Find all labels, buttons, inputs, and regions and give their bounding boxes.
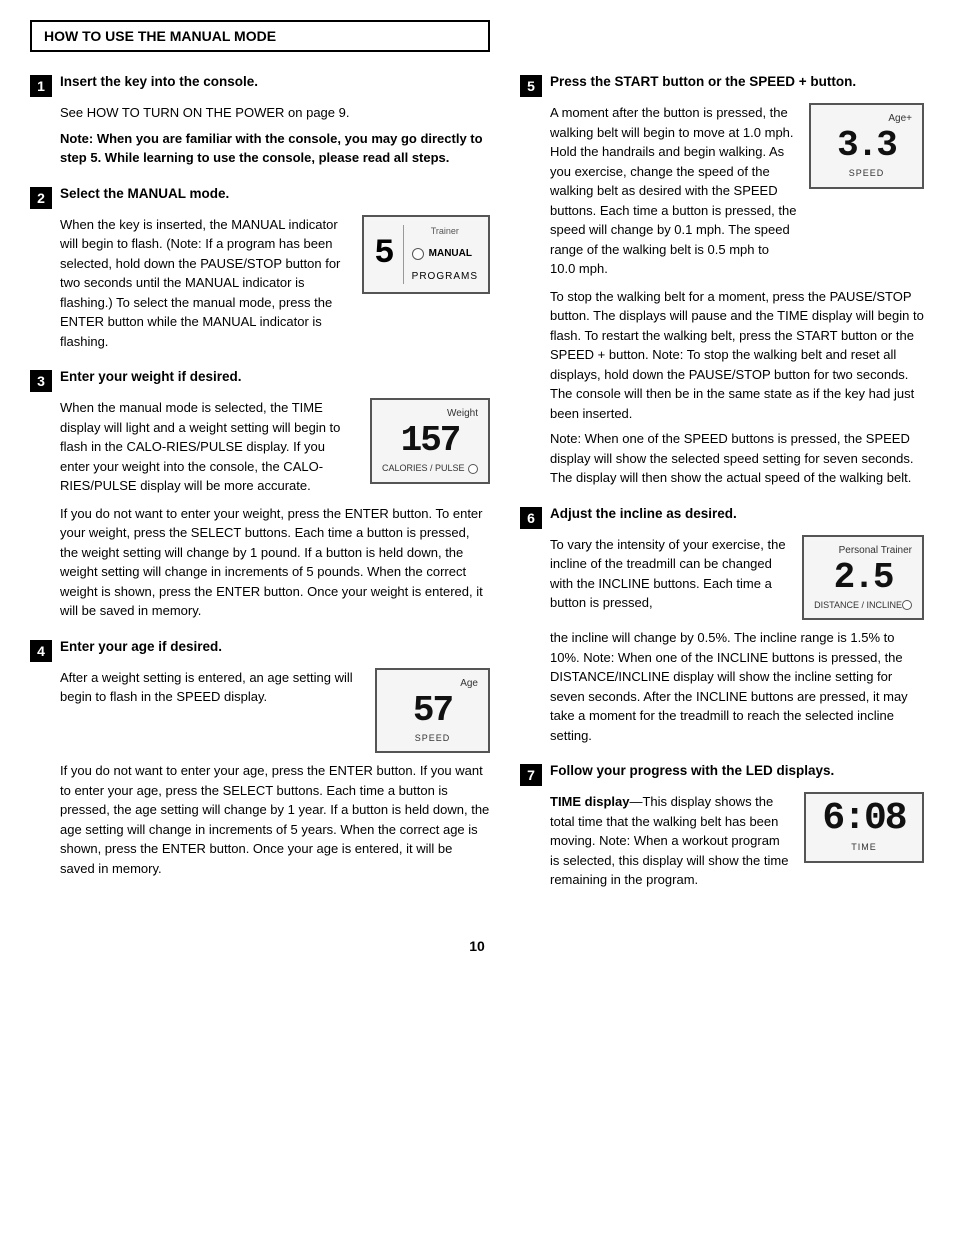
manual-circle-icon [412, 248, 424, 260]
step-4: 4 Enter your age if desired. After a wei… [30, 639, 490, 879]
header-box: HOW TO USE THE MANUAL MODE [30, 20, 490, 52]
step-5-text: A moment after the button is pressed, th… [550, 103, 797, 279]
step-4-display-label-top: Age [387, 676, 478, 691]
step-5-display-label-top: Age+ [821, 111, 912, 126]
step-3-title: Enter your weight if desired. [60, 369, 242, 384]
step-3-number: 3 [30, 370, 52, 392]
step-3-display-label-top: Weight [382, 406, 478, 421]
step-4-extra: If you do not want to enter your age, pr… [60, 761, 490, 878]
step-7-display: 6:08 TIME [804, 792, 924, 863]
step-5-body: A moment after the button is pressed, th… [550, 103, 924, 488]
manual-indicator: MANUAL [412, 246, 478, 261]
programs-label: PROGRAMS [412, 269, 478, 284]
step-3-text: When the manual mode is selected, the TI… [60, 398, 358, 496]
step-6-display-label-top: Personal Trainer [814, 543, 912, 558]
step-7: 7 Follow your progress with the LED disp… [520, 763, 924, 890]
step-3-display-digit: 157 [382, 423, 478, 459]
step-4-display-label-bottom: SPEED [387, 732, 478, 746]
step-6-display-digit: 2.5 [814, 560, 912, 596]
step-1-para-1: See HOW TO TURN ON THE POWER on page 9. [60, 103, 490, 123]
step-7-text: TIME display—This display shows the tota… [550, 792, 792, 890]
step-1: 1 Insert the key into the console. See H… [30, 74, 490, 168]
distance-incline-label: DISTANCE / INCLINE [814, 599, 902, 613]
page-number: 10 [30, 938, 924, 954]
step-4-title: Enter your age if desired. [60, 639, 222, 654]
step-7-body: TIME display—This display shows the tota… [550, 792, 924, 890]
step-1-number: 1 [30, 75, 52, 97]
step-7-display-digit: 6:08 [816, 800, 912, 838]
step-3-extra: If you do not want to enter your weight,… [60, 504, 490, 621]
header-title: HOW TO USE THE MANUAL MODE [44, 28, 276, 44]
step-4-display-digit: 57 [387, 693, 478, 729]
step-2-text: When the key is inserted, the MANUAL ind… [60, 215, 350, 352]
step-2-title: Select the MANUAL mode. [60, 186, 229, 201]
manual-label: MANUAL [429, 246, 472, 261]
step-6-para2: the incline will change by 0.5%. The inc… [550, 628, 924, 745]
step-7-number: 7 [520, 764, 542, 786]
step-5-para2: To stop the walking belt for a moment, p… [550, 287, 924, 424]
calories-pulse-label: CALORIES / PULSE [382, 462, 465, 476]
step-5-para3: Note: When one of the SPEED buttons is p… [550, 429, 924, 488]
step-6-title: Adjust the incline as desired. [550, 506, 737, 521]
step-4-text: After a weight setting is entered, an ag… [60, 668, 363, 707]
step-1-title: Insert the key into the console. [60, 74, 258, 89]
left-column: 1 Insert the key into the console. See H… [30, 74, 490, 908]
pulse-dot [468, 464, 478, 474]
step-4-display: Age 57 SPEED [375, 668, 490, 754]
right-column: 5 Press the START button or the SPEED + … [520, 74, 924, 908]
step-4-body: After a weight setting is entered, an ag… [60, 668, 490, 879]
step-5-number: 5 [520, 75, 542, 97]
step-3-display: Weight 157 CALORIES / PULSE [370, 398, 490, 484]
step-2-number: 2 [30, 187, 52, 209]
step-6-body: To vary the intensity of your exercise, … [550, 535, 924, 746]
step-2-display-labels: Trainer MANUAL PROGRAMS [412, 225, 478, 285]
trainer-label: Trainer [412, 225, 478, 239]
step-4-number: 4 [30, 640, 52, 662]
step-5-title: Press the START button or the SPEED + bu… [550, 74, 856, 89]
step-3-body: When the manual mode is selected, the TI… [60, 398, 490, 621]
step-5-display-label-bottom: SPEED [821, 167, 912, 181]
step-6-number: 6 [520, 507, 542, 529]
step-7-title: Follow your progress with the LED displa… [550, 763, 834, 778]
step-5: 5 Press the START button or the SPEED + … [520, 74, 924, 488]
step-2-body: When the key is inserted, the MANUAL ind… [60, 215, 490, 352]
step-2-display: 5 Trainer MANUAL PROGRAMS [362, 215, 490, 295]
step-1-para-2: Note: When you are familiar with the con… [60, 129, 490, 168]
incline-dot [902, 600, 912, 610]
step-6-display: Personal Trainer 2.5 DISTANCE / INCLINE [802, 535, 924, 621]
step-5-display: Age+ 3.3 SPEED [809, 103, 924, 189]
step-6: 6 Adjust the incline as desired. To vary… [520, 506, 924, 746]
step-6-display-label-bottom: DISTANCE / INCLINE [814, 599, 912, 613]
step-1-body: See HOW TO TURN ON THE POWER on page 9. … [60, 103, 490, 168]
step-2: 2 Select the MANUAL mode. When the key i… [30, 186, 490, 352]
step-7-display-label-bottom: TIME [816, 841, 912, 855]
step-6-text: To vary the intensity of your exercise, … [550, 535, 790, 613]
step-3: 3 Enter your weight if desired. When the… [30, 369, 490, 621]
step-2-display-digit: 5 [374, 225, 403, 285]
step-3-display-label-bottom: CALORIES / PULSE [382, 462, 478, 476]
step-5-display-digit: 3.3 [821, 128, 912, 164]
